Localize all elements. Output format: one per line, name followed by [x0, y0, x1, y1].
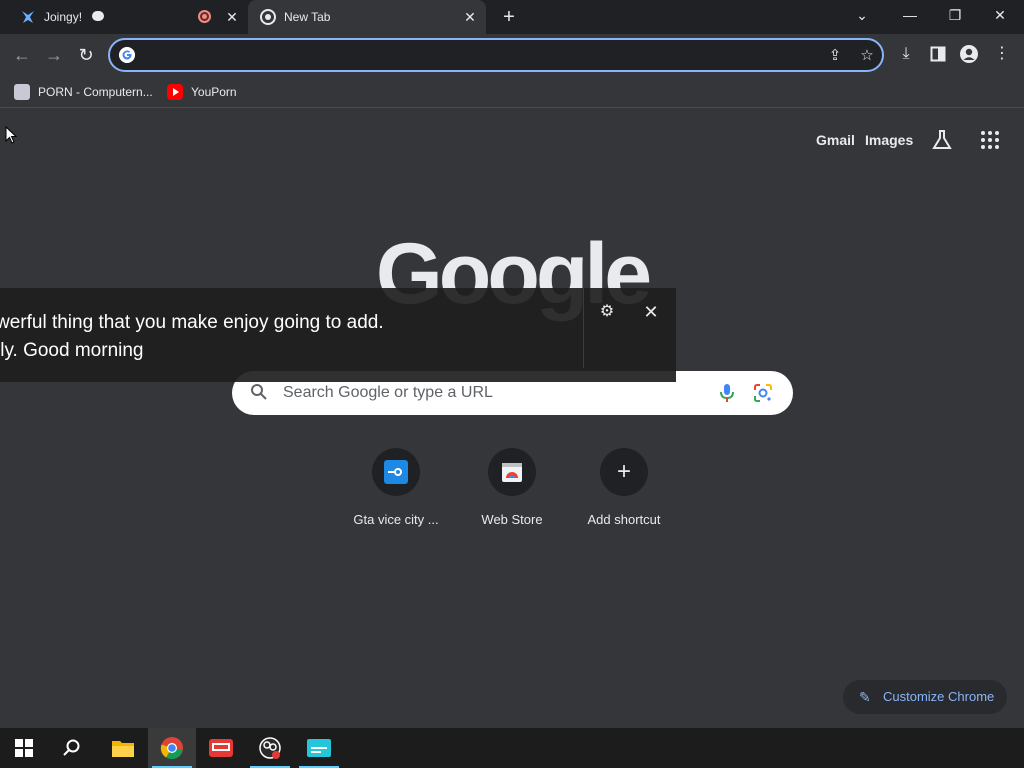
google-g-icon: [119, 47, 135, 63]
more-menu-icon[interactable]: ⋮: [991, 43, 1013, 65]
reload-button[interactable]: ↻: [74, 43, 98, 67]
customize-label: Customize Chrome: [883, 689, 995, 704]
new-tab-page: Gmail Images Google Search Google or typ…: [0, 108, 1024, 728]
red-app-icon: [209, 739, 233, 757]
share-icon[interactable]: ⇪: [825, 46, 845, 66]
gmail-link[interactable]: Gmail: [816, 132, 855, 148]
teal-app-icon: [307, 739, 331, 757]
bookmark-label: PORN - Computern...: [38, 85, 153, 99]
tab-joingy[interactable]: Joingy! ✕: [6, 0, 246, 34]
shortcut-label: Web Store: [481, 512, 543, 527]
caption-text-line: werful thing that you make enjoy going t…: [0, 312, 384, 333]
caption-divider: [583, 288, 584, 368]
file-explorer-button[interactable]: [99, 728, 147, 768]
bookmark-star-icon[interactable]: ☆: [857, 46, 877, 66]
gta-site-icon: [384, 460, 408, 484]
taskbar-search-button[interactable]: [48, 728, 96, 768]
bookmarks-bar: PORN - Computern... YouPorn: [0, 76, 1024, 108]
shortcuts-row: Gta vice city ... Web Store + Add shortc…: [340, 448, 684, 538]
joingy-favicon-icon: [22, 11, 34, 23]
tab-search-icon[interactable]: ⌄: [840, 0, 884, 30]
recording-indicator-icon: [198, 10, 211, 23]
windows-taskbar: [0, 728, 1024, 768]
search-icon: [63, 739, 80, 756]
address-bar[interactable]: ⇪ ☆: [108, 38, 884, 72]
pencil-icon: ✎: [859, 689, 871, 705]
close-icon[interactable]: ✕: [641, 302, 661, 322]
profile-avatar-icon[interactable]: [958, 43, 980, 65]
web-store-icon: [502, 463, 522, 482]
tab-title: New Tab: [284, 10, 331, 24]
shortcut-label: Gta vice city ...: [353, 512, 439, 527]
voice-search-icon[interactable]: [717, 382, 737, 404]
minimize-button[interactable]: —: [888, 0, 932, 30]
windows-logo-icon: [15, 739, 33, 757]
google-lens-icon[interactable]: [752, 382, 774, 404]
caption-text-line: lly. Good morning: [0, 340, 144, 361]
shortcut-icon-circle: [488, 448, 536, 496]
download-icon[interactable]: ⤓: [895, 43, 917, 65]
folder-icon: [112, 741, 134, 757]
chrome-favicon-icon: [260, 9, 276, 25]
taskbar-app-button[interactable]: [246, 728, 294, 768]
bookmark-item[interactable]: PORN - Computern...: [14, 82, 153, 102]
images-link[interactable]: Images: [865, 132, 913, 148]
gear-icon[interactable]: ⚙: [597, 302, 617, 322]
close-tab-icon[interactable]: ✕: [462, 9, 478, 25]
search-input[interactable]: [283, 382, 703, 404]
taskbar-app-button[interactable]: [197, 728, 245, 768]
chat-bubble-icon: [92, 11, 104, 21]
google-apps-icon[interactable]: [978, 128, 1002, 152]
shortcut-tile[interactable]: Web Store: [456, 448, 568, 538]
forward-button[interactable]: →: [42, 43, 66, 67]
close-tab-icon[interactable]: ✕: [224, 9, 240, 25]
browser-window: Joingy! ✕ New Tab ✕ + ⌄ — ❐ ✕ ← → ↻ ⇪ ☆ …: [0, 0, 1024, 768]
obs-app-icon: [259, 737, 281, 759]
side-panel-icon[interactable]: [927, 43, 949, 65]
toolbar: ← → ↻ ⇪ ☆ ⤓ ⋮: [0, 34, 1024, 76]
bookmark-label: YouPorn: [191, 85, 237, 99]
youtube-favicon-icon: [167, 84, 183, 100]
close-window-button[interactable]: ✕: [978, 0, 1022, 30]
tab-title: Joingy!: [44, 10, 83, 24]
shortcut-tile[interactable]: Gta vice city ...: [340, 448, 452, 538]
chrome-logo-icon: [160, 737, 183, 760]
back-button[interactable]: ←: [10, 43, 34, 67]
bookmark-item[interactable]: YouPorn: [167, 82, 237, 102]
bookmark-favicon-icon: [14, 84, 30, 100]
taskbar-app-button[interactable]: [295, 728, 343, 768]
new-tab-button[interactable]: +: [499, 6, 519, 28]
start-button[interactable]: [0, 728, 48, 768]
restore-button[interactable]: ❐: [933, 0, 977, 30]
labs-flask-icon[interactable]: [930, 128, 954, 152]
live-caption-bubble: werful thing that you make enjoy going t…: [0, 288, 676, 382]
tab-new-tab[interactable]: New Tab ✕: [248, 0, 486, 34]
tab-strip: Joingy! ✕ New Tab ✕ + ⌄ — ❐ ✕: [0, 0, 1024, 34]
address-input[interactable]: [146, 45, 806, 65]
search-icon: [250, 383, 270, 403]
shortcut-icon-circle: +: [600, 448, 648, 496]
add-shortcut-button[interactable]: + Add shortcut: [568, 448, 680, 538]
chrome-taskbar-button[interactable]: [148, 728, 196, 768]
customize-chrome-button[interactable]: ✎ Customize Chrome: [843, 680, 1007, 714]
mouse-cursor-icon: [5, 126, 17, 144]
plus-icon: +: [616, 458, 631, 485]
shortcut-label: Add shortcut: [587, 512, 661, 527]
shortcut-icon-circle: [372, 448, 420, 496]
